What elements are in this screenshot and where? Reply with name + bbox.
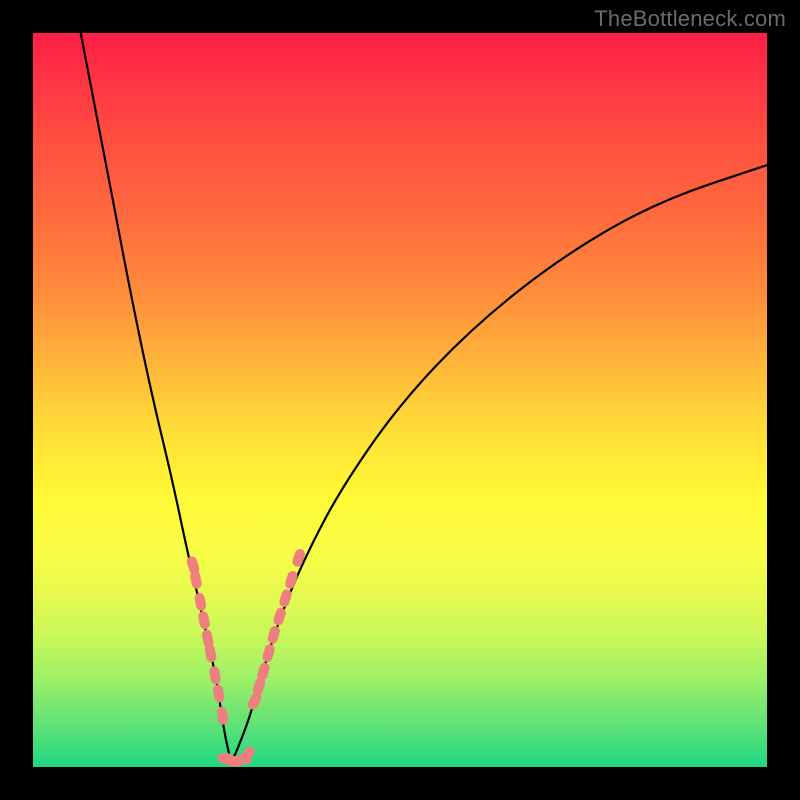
plot-area	[33, 33, 767, 767]
sample-dot	[194, 592, 207, 612]
sample-dot	[267, 625, 281, 645]
curve-right-arm	[231, 165, 767, 763]
sample-dot	[208, 665, 221, 685]
sample-dot	[189, 570, 202, 590]
sample-dot	[212, 684, 225, 704]
sample-dot	[261, 643, 275, 663]
curve-svg	[33, 33, 767, 767]
sample-dot	[272, 606, 287, 626]
watermark-text: TheBottleneck.com	[594, 6, 786, 32]
sample-dots	[185, 548, 306, 769]
sample-dot	[197, 610, 210, 630]
sample-dot	[291, 548, 306, 568]
sample-dot	[216, 706, 229, 725]
bottleneck-curve	[81, 33, 767, 763]
sample-dot	[204, 643, 217, 663]
chart-frame: TheBottleneck.com	[0, 0, 800, 800]
